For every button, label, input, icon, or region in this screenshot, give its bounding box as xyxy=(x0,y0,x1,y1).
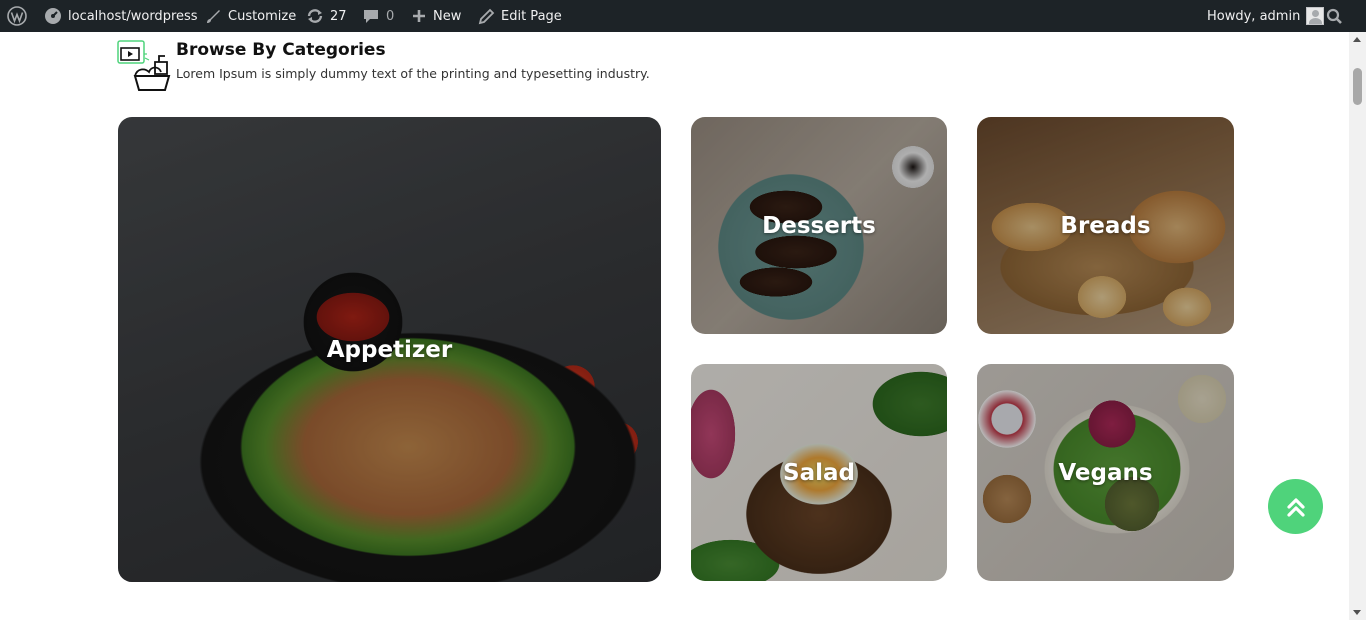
scrollbar-thumb[interactable] xyxy=(1353,68,1362,105)
plus-icon xyxy=(413,10,425,22)
category-card-desserts[interactable]: Desserts xyxy=(691,117,947,334)
account-menu[interactable]: Howdy, admin xyxy=(1207,0,1325,32)
search-button[interactable] xyxy=(1326,0,1343,32)
refresh-icon xyxy=(307,9,323,23)
category-label: Vegans xyxy=(1058,459,1153,486)
page-scrollbar[interactable] xyxy=(1349,32,1366,620)
wordpress-logo-button[interactable] xyxy=(7,0,27,32)
pencil-icon xyxy=(478,8,495,24)
category-card-salad[interactable]: Salad xyxy=(691,364,947,581)
search-icon xyxy=(1326,8,1342,24)
comment-icon xyxy=(364,10,378,23)
new-content-link[interactable]: New xyxy=(411,0,461,32)
edit-page-link[interactable]: Edit Page xyxy=(478,0,562,32)
category-label: Breads xyxy=(1060,212,1151,239)
wordpress-logo-icon xyxy=(7,6,27,26)
category-label: Salad xyxy=(783,459,855,486)
edit-page-label: Edit Page xyxy=(501,8,562,24)
category-card-vegans[interactable]: Vegans xyxy=(977,364,1234,581)
site-name-label: localhost/wordpress xyxy=(68,8,198,24)
comments-count: 0 xyxy=(386,8,395,24)
customize-label: Customize xyxy=(228,8,297,24)
brush-icon xyxy=(207,10,220,23)
category-label: Appetizer xyxy=(326,336,453,363)
category-label: Desserts xyxy=(762,212,876,239)
section-subtitle: Lorem Ipsum is simply dummy text of the … xyxy=(176,66,650,81)
comments-link[interactable]: 0 xyxy=(362,0,394,32)
updates-count: 27 xyxy=(330,8,347,24)
dashboard-icon xyxy=(45,8,61,24)
admin-bar: localhost/wordpress Customize 27 0 New E… xyxy=(0,0,1366,32)
site-name-link[interactable]: localhost/wordpress xyxy=(44,0,198,32)
category-card-breads[interactable]: Breads xyxy=(977,117,1234,334)
customize-link[interactable]: Customize xyxy=(204,0,296,32)
food-delivery-icon xyxy=(115,38,171,94)
avatar xyxy=(1306,7,1325,25)
scroll-down-arrow[interactable] xyxy=(1353,610,1361,615)
double-chevron-up-icon xyxy=(1286,497,1305,517)
howdy-label: Howdy, admin xyxy=(1207,8,1301,24)
scroll-up-arrow[interactable] xyxy=(1353,37,1361,42)
new-label: New xyxy=(433,8,462,24)
updates-link[interactable]: 27 xyxy=(306,0,347,32)
category-card-appetizer[interactable]: Appetizer xyxy=(118,117,661,582)
section-title: Browse By Categories xyxy=(176,40,386,60)
back-to-top-button[interactable] xyxy=(1268,479,1323,534)
